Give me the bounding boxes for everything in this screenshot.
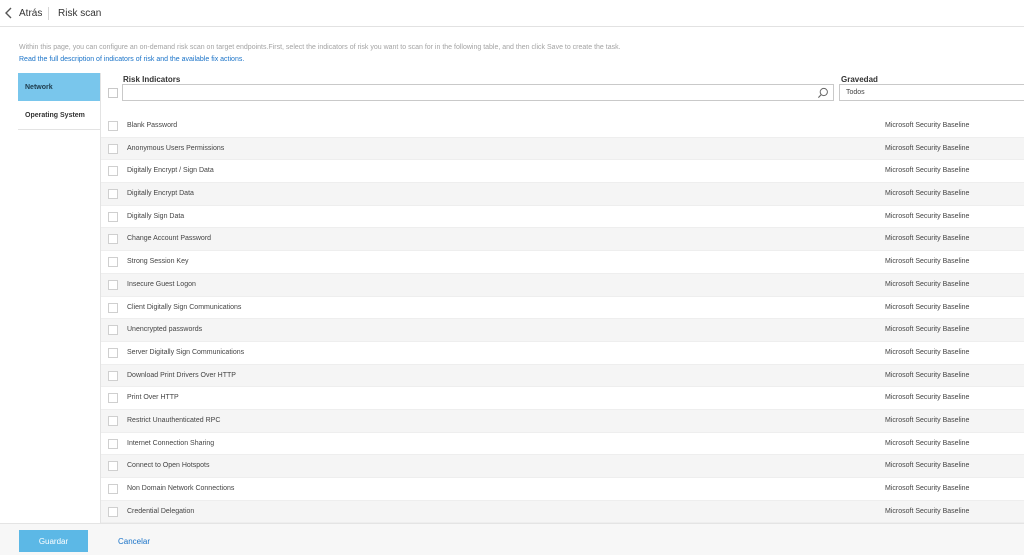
column-header-risk-indicators: Risk Indicators [123, 75, 181, 84]
severity-baseline: Microsoft Security Baseline [885, 371, 970, 379]
row-checkbox[interactable] [108, 166, 118, 177]
table-row[interactable]: Unencrypted passwords Microsoft Security … [101, 319, 1024, 342]
risk-indicator-name: Non Domain Network Connections [127, 485, 235, 492]
severity-baseline: Microsoft Security Baseline [885, 439, 970, 447]
back-label: Atrás [19, 7, 43, 19]
select-all-checkbox[interactable] [108, 88, 118, 98]
row-checkbox[interactable] [108, 143, 118, 154]
save-button[interactable]: Guardar [19, 530, 88, 552]
table-row[interactable]: Digitally Sign Data Microsoft Security Ba… [101, 206, 1024, 229]
row-checkbox[interactable] [108, 461, 118, 472]
header-divider [48, 7, 49, 20]
column-header-gravedad: Gravedad [841, 75, 878, 84]
risk-indicator-name: Anonymous Users Permissions [127, 144, 225, 152]
severity-baseline: Microsoft Security Baseline [885, 326, 970, 334]
risk-indicator-name: Restrict Unauthenticated RPC [127, 416, 221, 424]
risk-indicator-name: Digitally Encrypt / Sign Data [127, 167, 214, 175]
table-body: Blank Password Microsoft Security Baselin… [101, 115, 1024, 524]
severity-baseline: Microsoft Security Baseline [885, 122, 970, 129]
table-row[interactable]: Digitally Encrypt Data Microsoft Security… [101, 183, 1024, 206]
cancel-button[interactable]: Cancelar [118, 537, 150, 546]
search-input[interactable] [126, 88, 810, 105]
risk-indicator-name: Credential Delegation [127, 507, 195, 515]
severity-baseline: Microsoft Security Baseline [885, 258, 970, 266]
risk-indicator-name: Unencrypted passwords [127, 326, 203, 334]
footer-bar: Guardar Cancelar [0, 523, 1024, 555]
table-row[interactable]: Print Over HTTP Microsoft Security Baseli… [101, 387, 1024, 410]
row-checkbox[interactable] [108, 325, 118, 336]
indicators-description-link[interactable]: Read the full description of indicators … [19, 56, 244, 63]
risk-indicator-name: Download Print Drivers Over HTTP [127, 371, 236, 379]
risk-indicator-name: Server Digitally Sign Communications [127, 348, 245, 356]
risk-indicator-name: Digitally Sign Data [127, 212, 185, 220]
table-row[interactable]: Restrict Unauthenticated RPC Microsoft Se… [101, 409, 1024, 433]
severity-baseline: Microsoft Security Baseline [885, 507, 970, 515]
row-checkbox[interactable] [108, 415, 118, 426]
sidebar-item-operating-system[interactable]: Operating System [18, 101, 100, 129]
sidebar-divider [18, 129, 100, 130]
severity-baseline: Microsoft Security Baseline [885, 485, 970, 492]
row-checkbox[interactable] [108, 370, 118, 381]
risk-indicator-name: Blank Password [127, 122, 178, 129]
severity-baseline: Microsoft Security Baseline [885, 394, 970, 402]
table-row[interactable]: Digitally Encrypt / Sign Data Microsoft S… [101, 160, 1024, 184]
table-row[interactable]: Non Domain Network Connections Microsoft … [101, 478, 1024, 501]
severity-baseline: Microsoft Security Baseline [885, 167, 970, 175]
table-row[interactable]: Connect to Open Hotspots Microsoft Securi… [101, 455, 1024, 478]
search-icon[interactable] [817, 87, 829, 99]
row-checkbox[interactable] [108, 347, 118, 358]
severity-baseline: Microsoft Security Baseline [885, 235, 970, 243]
severity-baseline: Microsoft Security Baseline [885, 212, 970, 220]
row-checkbox[interactable] [108, 302, 118, 313]
risk-indicator-name: Client Digitally Sign Communications [127, 303, 242, 311]
table-row[interactable]: Strong Session Key Microsoft Security Bas… [101, 251, 1024, 274]
risk-indicator-name: Digitally Encrypt Data [127, 190, 194, 198]
search-box [122, 84, 834, 105]
risk-indicator-name: Change Account Password [127, 235, 212, 243]
back-button[interactable]: Atrás [4, 5, 42, 21]
chevron-left-icon [5, 7, 12, 19]
table-row[interactable]: Anonymous Users Permissions Microsoft Sec… [101, 137, 1024, 161]
table-row[interactable]: Client Digitally Sign Communications Micr… [101, 297, 1024, 320]
category-sidebar: Network Operating System [18, 73, 101, 523]
severity-baseline: Microsoft Security Baseline [885, 348, 970, 356]
table-row[interactable]: Download Print Drivers Over HTTP Microsof… [101, 364, 1024, 388]
risk-indicator-name: Internet Connection Sharing [127, 439, 215, 447]
risk-indicator-name: Strong Session Key [127, 258, 189, 266]
severity-baseline: Microsoft Security Baseline [885, 462, 970, 470]
table-row[interactable]: Server Digitally Sign Communications Micr… [101, 342, 1024, 365]
table-row[interactable]: Credential Delegation Microsoft Security … [101, 500, 1024, 524]
severity-baseline: Microsoft Security Baseline [885, 303, 970, 311]
gravedad-filter-select[interactable]: Todos [839, 84, 1024, 101]
row-checkbox[interactable] [108, 121, 118, 131]
risk-indicator-name: Print Over HTTP [127, 394, 179, 402]
row-checkbox[interactable] [108, 393, 118, 404]
row-checkbox[interactable] [108, 189, 118, 200]
table-row[interactable]: Blank Password Microsoft Security Baselin… [101, 115, 1024, 138]
row-checkbox[interactable] [108, 484, 118, 494]
sidebar-item-label: Operating System [25, 111, 85, 119]
page-title: Risk scan [58, 8, 102, 19]
row-checkbox[interactable] [108, 211, 118, 222]
sidebar-item-label: Network [25, 83, 53, 91]
row-checkbox[interactable] [108, 257, 118, 268]
table-row[interactable]: Insecure Guest Logon Microsoft Security B… [101, 273, 1024, 297]
severity-baseline: Microsoft Security Baseline [885, 416, 970, 424]
table-row[interactable]: Change Account Password Microsoft Securit… [101, 228, 1024, 252]
table-row[interactable]: Internet Connection Sharing Microsoft Sec… [101, 433, 1024, 456]
row-checkbox[interactable] [108, 234, 118, 245]
severity-baseline: Microsoft Security Baseline [885, 280, 970, 288]
risk-indicator-name: Connect to Open Hotspots [127, 462, 210, 470]
top-bar: Atrás Risk scan [0, 0, 1024, 27]
severity-baseline: Microsoft Security Baseline [885, 144, 970, 152]
row-checkbox[interactable] [108, 438, 118, 449]
sidebar-item-network[interactable]: Network [18, 73, 100, 101]
severity-baseline: Microsoft Security Baseline [885, 190, 970, 198]
row-checkbox[interactable] [108, 506, 118, 517]
risk-indicator-name: Insecure Guest Logon [127, 280, 196, 288]
intro-text: Within this page, you can configure an o… [19, 44, 621, 51]
row-checkbox[interactable] [108, 279, 118, 290]
